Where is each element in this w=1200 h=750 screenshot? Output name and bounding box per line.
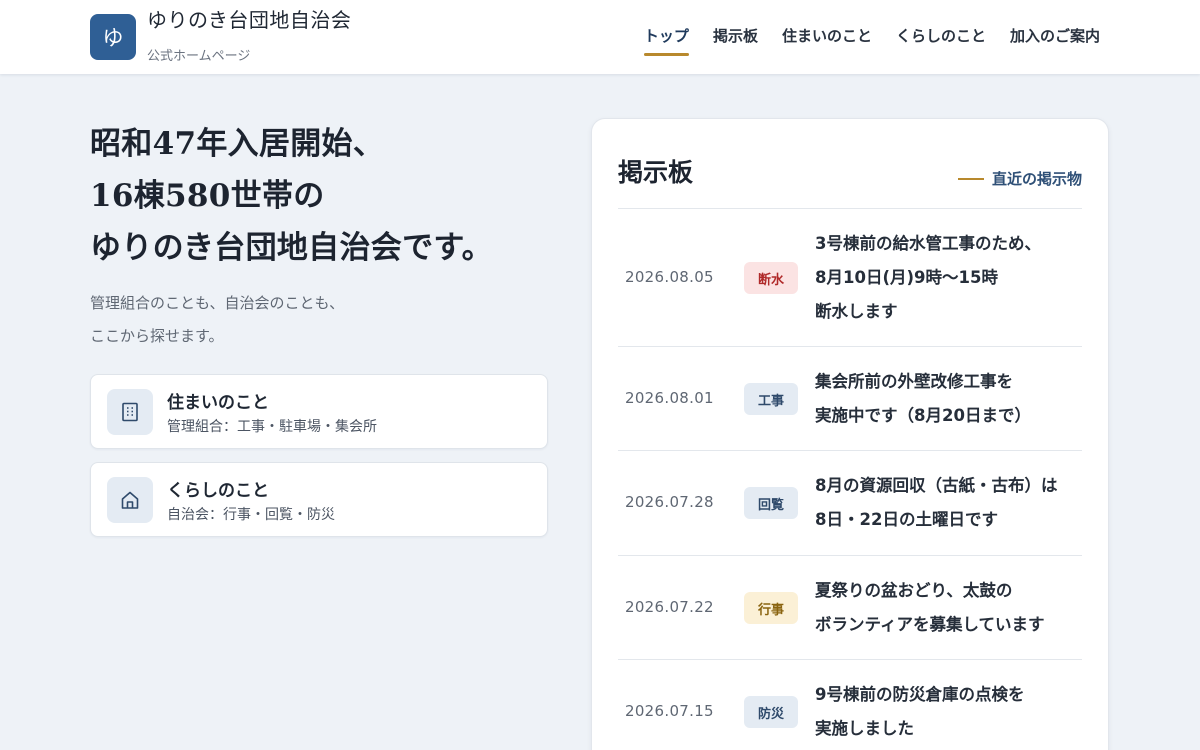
post-text: 集会所前の外壁改修工事を 実施中です（8月20日まで） [815,365,1087,433]
hero-sub-line: ここから探せます。 [90,327,224,345]
board-post[interactable]: 2026.07.28 回覧 8月の資源回収（古紙・古布）は 8日・22日の土曜日… [618,451,1082,556]
post-line: 断水します [815,302,898,321]
board-post[interactable]: 2026.08.01 工事 集会所前の外壁改修工事を 実施中です（8月20日まで… [618,347,1082,451]
nav-living[interactable]: くらしのこと [896,25,986,56]
post-line: 8月の資源回収（古紙・古布）は [815,476,1058,495]
post-line: 夏祭りの盆おどり、太鼓の [815,581,1013,600]
card-living[interactable]: くらしのこと 自治会：行事・回覧・防災 [90,462,548,537]
hero-sub-line: 管理組合のことも、自治会のことも、 [90,294,345,312]
board-post[interactable]: 2026.08.05 断水 3号棟前の給水管工事のため、 8月10日(月)9時〜… [618,209,1082,347]
nav-housing[interactable]: 住まいのこと [782,25,872,56]
post-line: 8日・22日の土曜日です [815,510,998,529]
post-line: ボランティアを募集しています [815,615,1045,634]
board-post[interactable]: 2026.07.22 行事 夏祭りの盆おどり、太鼓の ボランティアを募集していま… [618,556,1082,660]
post-line: 3号棟前の給水管工事のため、 [815,234,1041,253]
site-title[interactable]: ゆりのき台団地自治会 [147,4,351,33]
recent-posts-label: 直近の掲示物 [991,170,1082,188]
post-text: 夏祭りの盆おどり、太鼓の ボランティアを募集しています [815,574,1087,642]
site-subtitle: 公式ホームページ [147,49,251,64]
hero-line: ゆりのき台団地自治会です。 [90,230,493,266]
post-text: 8月の資源回収（古紙・古布）は 8日・22日の土曜日です [815,469,1087,537]
post-line: 9号棟前の防災倉庫の点検を [815,685,1025,704]
card-desc: 自治会：行事・回覧・防災 [167,507,335,523]
post-tag: 防災 [744,696,798,728]
nav-board[interactable]: 掲示板 [713,25,758,56]
hero-heading: 昭和47年入居開始、 16棟580世帯の ゆりのき台団地自治会です。 [90,118,560,274]
main-nav: トップ 掲示板 住まいのこと くらしのこと 加入のご案内 [643,25,1100,56]
building-icon [107,389,153,435]
post-tag: 行事 [744,592,798,624]
hero-line: 昭和47年入居開始、 [90,126,385,162]
hero-subtext: 管理組合のことも、自治会のことも、 ここから探せます。 [90,287,550,353]
card-desc: 管理組合：工事・駐車場・集会所 [167,419,377,435]
site-header: ゆ ゆりのき台団地自治会 公式ホームページ トップ 掲示板 住まいのこと くらし… [0,0,1200,74]
card-housing[interactable]: 住まいのこと 管理組合：工事・駐車場・集会所 [90,374,548,449]
post-date: 2026.08.05 [625,268,714,286]
post-tag: 工事 [744,383,798,415]
site-logo[interactable]: ゆ [90,14,136,60]
post-line: 集会所前の外壁改修工事を [815,372,1013,391]
nav-top[interactable]: トップ [643,25,689,56]
post-date: 2026.07.22 [625,598,714,616]
post-line: 実施中です（8月20日まで） [815,406,1031,425]
post-date: 2026.07.28 [625,493,714,511]
post-text: 3号棟前の給水管工事のため、 8月10日(月)9時〜15時 断水します [815,227,1087,329]
nav-join[interactable]: 加入のご案内 [1010,25,1100,56]
card-title: 住まいのこと [167,393,269,413]
post-line: 実施しました [815,719,914,738]
board-title: 掲示板 [618,158,694,187]
post-tag: 回覧 [744,487,798,519]
board-post[interactable]: 2026.07.15 防災 9号棟前の防災倉庫の点検を 実施しました [618,660,1082,750]
post-text: 9号棟前の防災倉庫の点検を 実施しました [815,678,1087,746]
hero-line: 16棟580世帯の [90,178,325,214]
house-icon [107,477,153,523]
post-tag: 断水 [744,262,798,294]
post-date: 2026.08.01 [625,389,714,407]
card-title: くらしのこと [167,481,269,501]
post-line: 8月10日(月)9時〜15時 [815,268,998,287]
logo-char: ゆ [102,26,124,50]
bulletin-board: 掲示板 直近の掲示物 2026.08.05 断水 3号棟前の給水管工事のため、 … [591,118,1109,750]
dash-icon [957,177,984,180]
recent-posts-link[interactable]: 直近の掲示物 [957,168,1082,189]
post-date: 2026.07.15 [625,702,714,720]
